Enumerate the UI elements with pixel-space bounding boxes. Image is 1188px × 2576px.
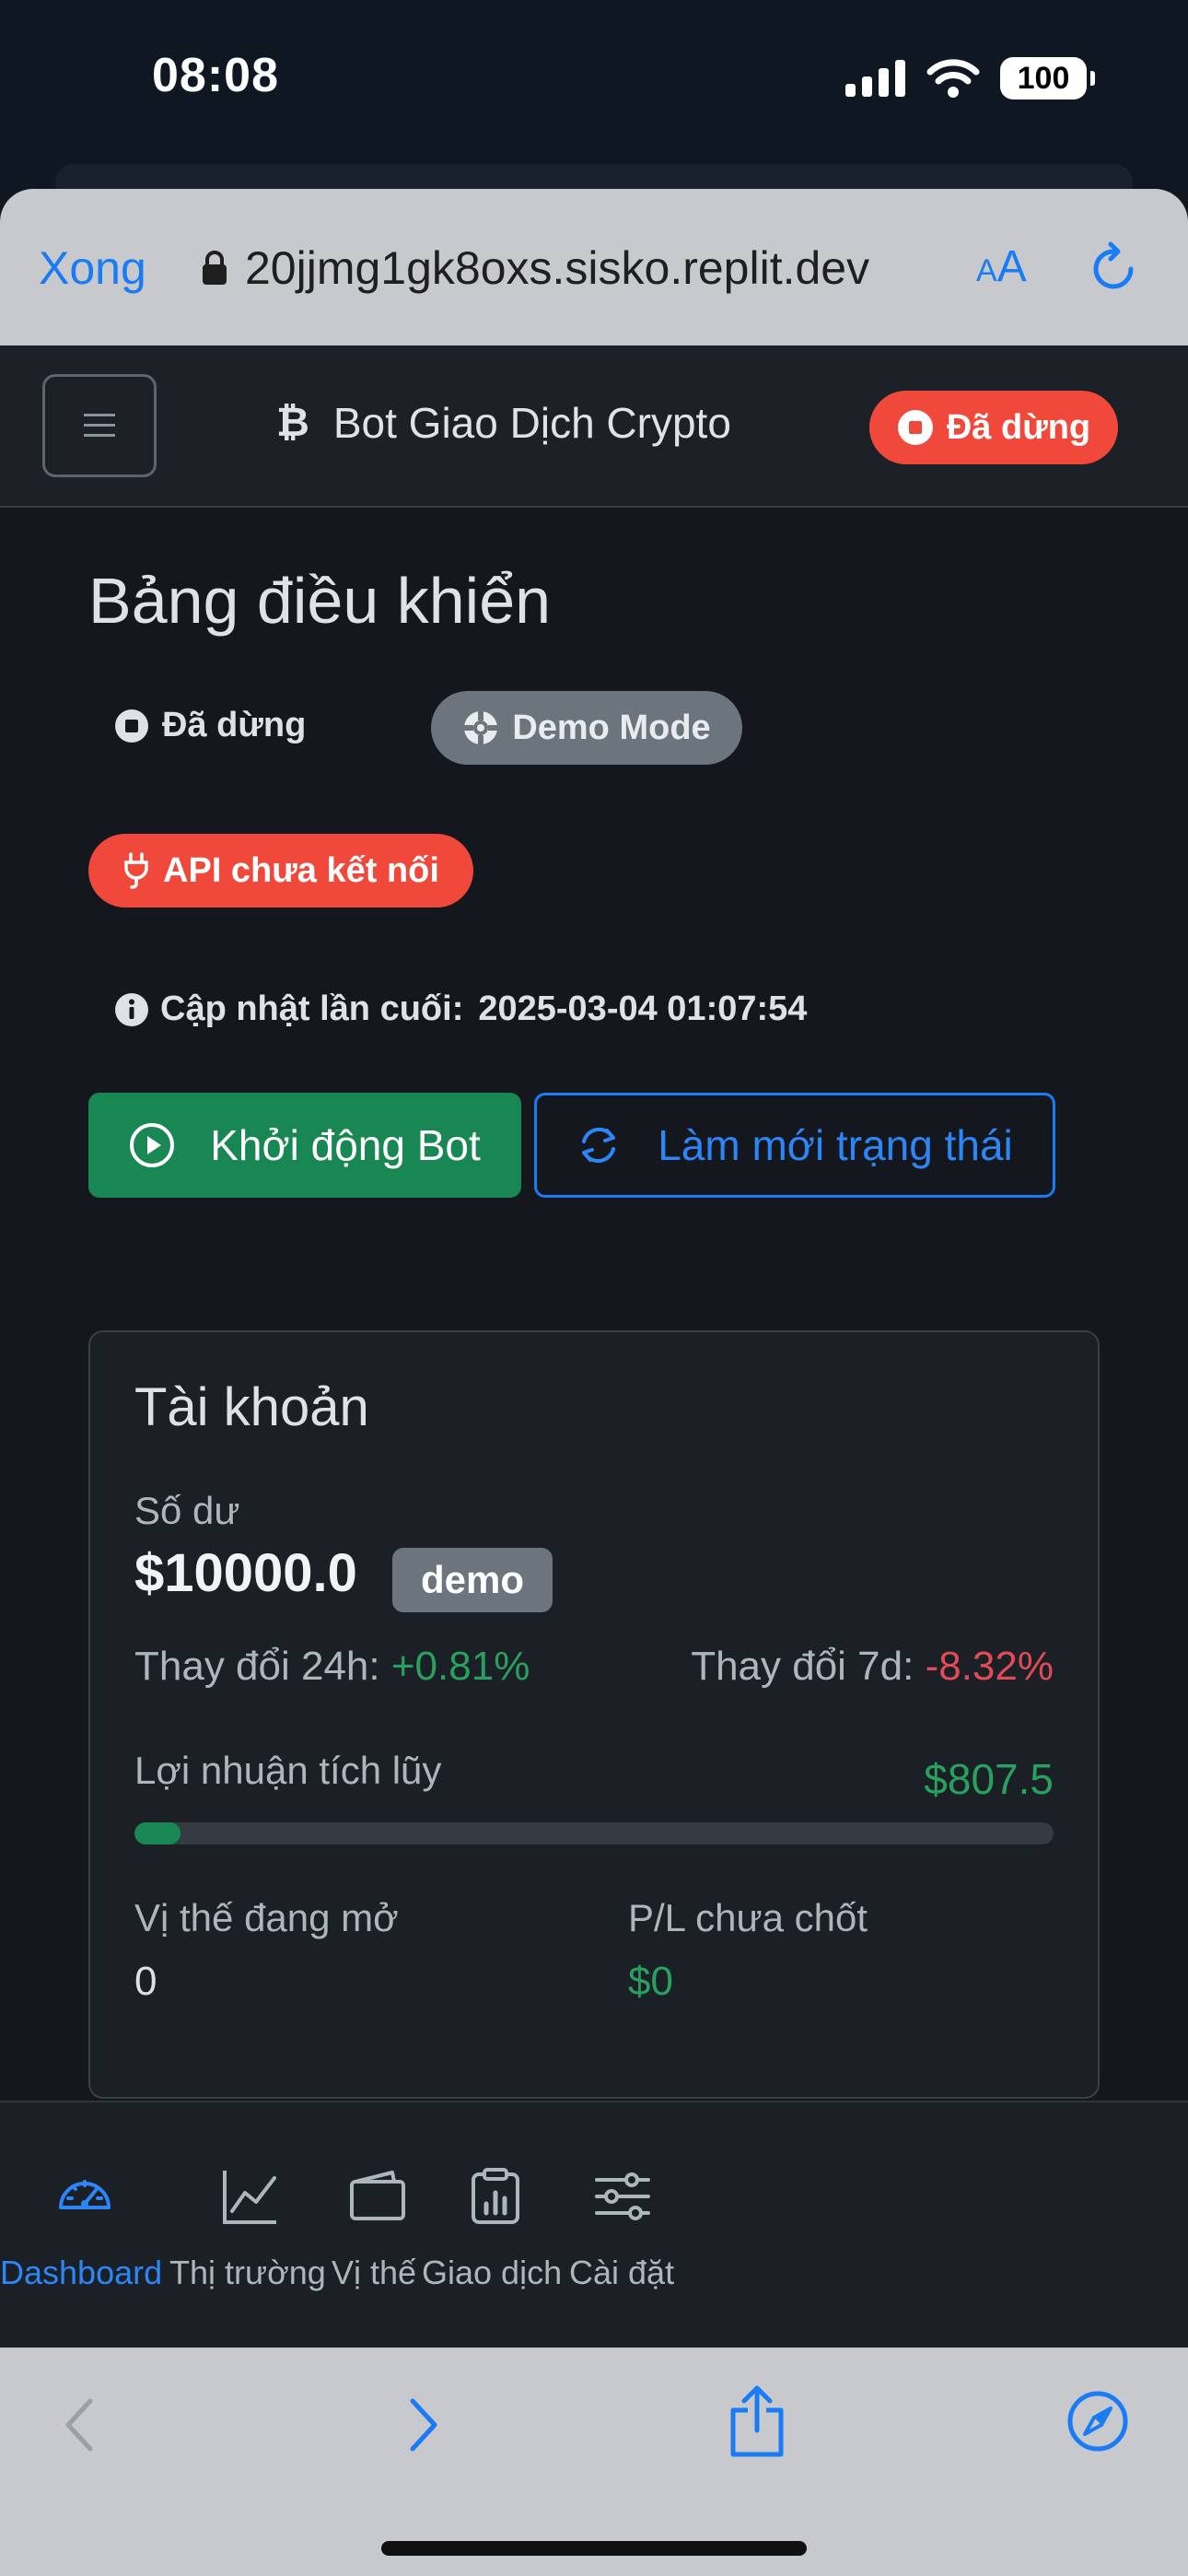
url-text: 20jjmg1gk8oxs.sisko.replit.dev xyxy=(245,242,870,294)
change-24h-value: +0.81% xyxy=(390,1644,530,1689)
reload-button[interactable] xyxy=(1090,241,1138,298)
forward-button[interactable] xyxy=(405,2395,442,2459)
account-card-title: Tài khoản xyxy=(134,1377,369,1437)
plug-icon xyxy=(124,852,148,889)
menu-toggle-button[interactable] xyxy=(42,374,157,477)
last-updated-label: Cập nhật lần cuối: xyxy=(160,989,464,1028)
change-7d-value: -8.32% xyxy=(925,1644,1054,1689)
text-size-large-glyph: A xyxy=(996,242,1027,291)
compass-icon xyxy=(1067,2391,1128,2452)
status-time: 08:08 xyxy=(152,49,279,102)
bookmarks-button[interactable] xyxy=(1066,2390,1129,2457)
tab-trades[interactable] xyxy=(466,2167,525,2231)
navbar-status-text: Đã dừng xyxy=(946,407,1091,447)
tab-market[interactable] xyxy=(221,2167,280,2231)
balance-value: $10000.0 xyxy=(134,1543,357,1603)
brand-title: Bot Giao Dịch Crypto xyxy=(332,399,731,447)
tab-trades-label[interactable]: Giao dịch xyxy=(422,2254,562,2292)
demo-mode-text: Demo Mode xyxy=(512,708,711,747)
tab-settings-label[interactable]: Cài đặt xyxy=(569,2254,674,2292)
api-status-text: API chưa kết nối xyxy=(163,850,439,890)
address-bar[interactable]: 20jjmg1gk8oxs.sisko.replit.dev xyxy=(201,241,869,295)
chevron-left-icon xyxy=(65,2398,93,2452)
status-icons: 100 xyxy=(845,57,1095,100)
tab-positions-label[interactable]: Vị thế xyxy=(332,2254,416,2292)
open-positions-label: Vị thế đang mở xyxy=(134,1896,399,1939)
api-status-badge: API chưa kết nối xyxy=(88,834,473,907)
bot-status: Đã dừng xyxy=(114,706,306,745)
balance-label: Số dư xyxy=(134,1489,240,1532)
text-size-button[interactable]: AA xyxy=(976,241,1027,292)
life-ring-icon xyxy=(464,711,498,744)
wifi-icon xyxy=(926,59,980,98)
reload-icon xyxy=(1093,241,1134,289)
brand[interactable]: ₿ Bot Giao Dịch Crypto xyxy=(276,398,731,448)
arrow-repeat-icon xyxy=(582,1127,616,1164)
graph-up-icon xyxy=(223,2171,276,2224)
clipboard-data-icon xyxy=(472,2168,519,2224)
signal-icon xyxy=(845,60,905,97)
stop-circle-icon xyxy=(897,410,933,445)
speedometer-icon xyxy=(59,2180,111,2209)
unrealized-pl-label: P/L chưa chốt xyxy=(628,1896,868,1939)
refresh-status-label: Làm mới trạng thái xyxy=(658,1121,1013,1169)
share-icon xyxy=(730,2385,784,2457)
open-positions-value: 0 xyxy=(134,1959,157,2004)
text-size-small-glyph: A xyxy=(976,253,997,288)
last-updated: Cập nhật lần cuối: 2025-03-04 01:07:54 xyxy=(114,989,807,1029)
demo-mode-badge: Demo Mode xyxy=(431,691,742,765)
stop-circle-icon xyxy=(115,708,148,743)
hamburger-icon xyxy=(84,414,115,437)
change-7d-label: Thay đổi 7d: xyxy=(691,1644,914,1689)
done-button[interactable]: Xong xyxy=(39,241,146,295)
play-circle-icon xyxy=(130,1123,175,1167)
battery-indicator: 100 xyxy=(1000,57,1095,100)
tab-settings[interactable] xyxy=(593,2167,652,2231)
tab-dashboard-label[interactable]: Dashboard xyxy=(0,2254,162,2292)
change-24h: Thay đổi 24h: +0.81% xyxy=(134,1644,530,1690)
account-card xyxy=(88,1330,1100,2099)
bitcoin-icon: ₿ xyxy=(276,400,309,445)
profit-value: $807.5 xyxy=(924,1755,1054,1803)
balance-demo-badge: demo xyxy=(392,1548,553,1612)
start-bot-label: Khởi động Bot xyxy=(210,1121,481,1169)
navbar-status-badge: Đã dừng xyxy=(869,391,1118,464)
change-24h-label: Thay đổi 24h: xyxy=(134,1644,380,1689)
last-updated-value: 2025-03-04 01:07:54 xyxy=(478,989,808,1028)
start-bot-button[interactable]: Khởi động Bot xyxy=(88,1093,521,1198)
profit-progress-fill xyxy=(134,1822,181,1844)
sliders-icon xyxy=(595,2172,650,2220)
info-circle-icon xyxy=(115,992,148,1026)
tab-market-label[interactable]: Thị trường xyxy=(169,2254,326,2292)
change-7d: Thay đổi 7d: -8.32% xyxy=(691,1644,1054,1690)
share-button[interactable] xyxy=(728,2384,786,2463)
page-title: Bảng điều khiển xyxy=(88,565,552,637)
refresh-status-button[interactable]: Làm mới trạng thái xyxy=(534,1093,1055,1198)
profit-label: Lợi nhuận tích lũy xyxy=(134,1749,442,1792)
bot-status-text: Đã dừng xyxy=(162,706,307,744)
chevron-right-icon xyxy=(410,2398,437,2452)
lock-icon xyxy=(203,251,227,285)
back-button[interactable] xyxy=(61,2395,98,2459)
home-indicator xyxy=(381,2541,807,2556)
tab-positions[interactable] xyxy=(348,2167,407,2231)
unrealized-pl-value: $0 xyxy=(628,1959,673,2004)
wallet-icon xyxy=(350,2171,405,2220)
tab-dashboard[interactable] xyxy=(55,2167,114,2231)
profit-progress-bar xyxy=(134,1822,1054,1844)
